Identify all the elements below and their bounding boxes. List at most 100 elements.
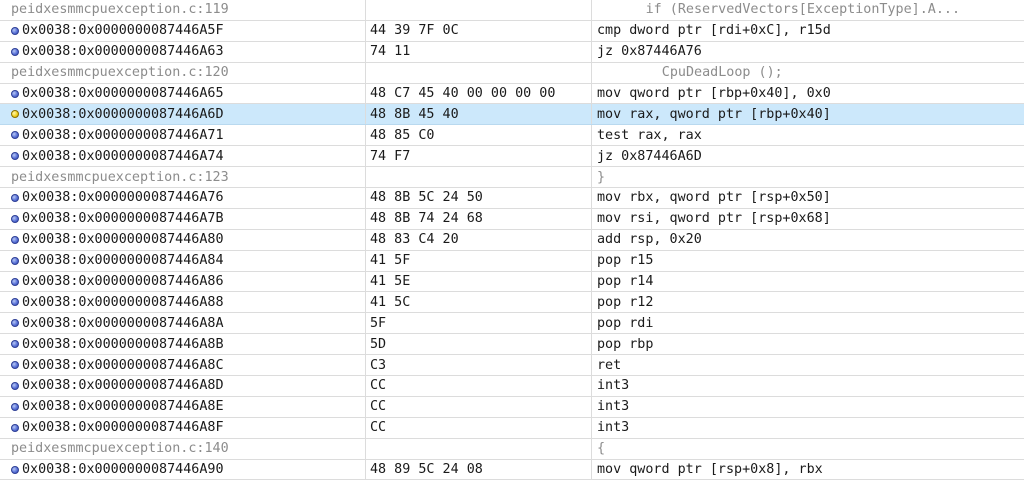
address-label: 0x0038:0x0000000087446A8D xyxy=(22,378,224,394)
disassembly-row[interactable]: 0x0038:0x0000000087446A71 48 85 C0 test ra… xyxy=(0,125,1024,147)
address-cell: 0x0038:0x0000000087446A76 xyxy=(0,188,366,208)
disassembly-row[interactable]: 0x0038:0x0000000087446A86 41 5E pop r14 xyxy=(0,271,1024,293)
source-line-row[interactable]: peidxesmmcpuexception.c:120 CpuDeadLoop (… xyxy=(0,62,1024,84)
bytes-label: 48 8B 5C 24 50 xyxy=(370,190,483,206)
bytes-cell: 48 C7 45 40 00 00 00 00 xyxy=(366,83,592,104)
instruction-label: pop rdi xyxy=(597,315,654,331)
breakpoint-marker-icon[interactable] xyxy=(11,423,19,432)
disassembly-row[interactable]: 0x0038:0x0000000087446A5F 44 39 7F 0C cmp … xyxy=(0,20,1024,42)
address-cell: 0x0038:0x0000000087446A65 xyxy=(0,83,366,104)
source-line-row[interactable]: peidxesmmcpuexception.c:140 { xyxy=(0,438,1024,460)
address-label: 0x0038:0x0000000087446A88 xyxy=(22,294,224,310)
address-cell: 0x0038:0x0000000087446A6D xyxy=(0,104,366,125)
instruction-label: jz 0x87446A6D xyxy=(597,148,702,164)
bytes-cell: CC xyxy=(366,376,592,396)
instruction-label: mov rax, qword ptr [rbp+0x40] xyxy=(597,106,831,122)
bytes-label: CC xyxy=(370,420,387,436)
instruction-cell: int3 xyxy=(592,418,1024,438)
instruction-label: jz 0x87446A76 xyxy=(597,44,702,60)
address-label: 0x0038:0x0000000087446A6D xyxy=(22,106,224,122)
breakpoint-marker-icon[interactable] xyxy=(11,465,19,474)
bytes-cell: 44 39 7F 0C xyxy=(366,20,592,41)
breakpoint-marker-icon[interactable] xyxy=(11,214,19,223)
bytes-label: 5F xyxy=(370,315,387,331)
bytes-cell: C3 xyxy=(366,355,592,376)
source-file-cell: peidxesmmcpuexception.c:120 xyxy=(0,62,366,83)
breakpoint-marker-icon[interactable] xyxy=(11,235,19,244)
source-line-row[interactable]: peidxesmmcpuexception.c:119 if (ReservedV… xyxy=(0,0,1024,21)
disassembly-row[interactable]: 0x0038:0x0000000087446A76 48 8B 5C 24 50 m… xyxy=(0,188,1024,209)
disassembly-row[interactable]: 0x0038:0x0000000087446A6D 48 8B 45 40 mov … xyxy=(0,104,1024,126)
source-code-label: CpuDeadLoop (); xyxy=(661,65,783,81)
disassembly-row[interactable]: 0x0038:0x0000000087446A8E CC int3 xyxy=(0,396,1024,418)
breakpoint-marker-icon[interactable] xyxy=(11,319,19,328)
instruction-cell: int3 xyxy=(592,376,1024,396)
breakpoint-marker-icon[interactable] xyxy=(11,402,19,411)
breakpoint-marker-icon[interactable] xyxy=(11,47,19,56)
disassembly-row[interactable]: 0x0038:0x0000000087446A8F CC int3 xyxy=(0,417,1024,439)
breakpoint-marker-icon[interactable] xyxy=(11,193,19,202)
bytes-label: C3 xyxy=(370,357,387,373)
disassembly-row[interactable]: 0x0038:0x0000000087446A7B 48 8B 74 24 68 m… xyxy=(0,208,1024,230)
bytes-label: 5D xyxy=(370,336,387,352)
address-label: 0x0038:0x0000000087446A76 xyxy=(22,190,224,206)
address-cell: 0x0038:0x0000000087446A8B xyxy=(0,334,366,355)
address-label: 0x0038:0x0000000087446A63 xyxy=(22,44,224,60)
breakpoint-marker-icon[interactable] xyxy=(11,131,19,140)
breakpoint-marker-icon[interactable] xyxy=(11,152,19,161)
instruction-cell: jz 0x87446A6D xyxy=(592,146,1024,166)
disassembly-row[interactable]: 0x0038:0x0000000087446A84 41 5F pop r15 xyxy=(0,250,1024,272)
current-instruction-icon[interactable] xyxy=(11,110,19,119)
instruction-label: mov rsi, qword ptr [rsp+0x68] xyxy=(597,211,831,227)
disassembly-row[interactable]: 0x0038:0x0000000087446A63 74 11 jz 0x87446… xyxy=(0,41,1024,63)
bytes-label: 48 8B 45 40 xyxy=(370,106,459,122)
bytes-cell: CC xyxy=(366,396,592,417)
instruction-cell: test rax, rax xyxy=(592,125,1024,145)
address-label: 0x0038:0x0000000087446A65 xyxy=(22,86,224,101)
bytes-label: 48 C7 45 40 00 00 00 00 xyxy=(370,86,556,101)
bytes-cell xyxy=(366,0,592,20)
disassembly-row[interactable]: 0x0038:0x0000000087446A80 48 83 C4 20 add … xyxy=(0,229,1024,251)
instruction-label: mov qword ptr [rsp+0x8], rbx xyxy=(597,462,823,478)
bytes-label: 48 8B 74 24 68 xyxy=(370,211,483,227)
instruction-cell: pop rdi xyxy=(592,313,1024,333)
bytes-cell: 48 8B 5C 24 50 xyxy=(366,188,592,208)
disassembly-row[interactable]: 0x0038:0x0000000087446A8C C3 ret xyxy=(0,355,1024,377)
address-label: 0x0038:0x0000000087446A86 xyxy=(22,274,224,290)
bytes-label: 41 5F xyxy=(370,253,411,269)
breakpoint-marker-icon[interactable] xyxy=(11,256,19,265)
disassembly-row[interactable]: 0x0038:0x0000000087446A65 48 C7 45 40 00 … xyxy=(0,83,1024,105)
instruction-cell: pop r12 xyxy=(592,292,1024,312)
source-file-label: peidxesmmcpuexception.c:120 xyxy=(11,65,229,81)
disassembly-row[interactable]: 0x0038:0x0000000087446A88 41 5C pop r12 xyxy=(0,292,1024,314)
address-label: 0x0038:0x0000000087446A8E xyxy=(22,399,224,415)
bytes-label: 48 89 5C 24 08 xyxy=(370,462,483,478)
breakpoint-marker-icon[interactable] xyxy=(11,26,19,35)
disassembly-grid: peidxesmmcpuexception.c:119 if (ReservedV… xyxy=(0,0,1024,480)
disassembly-row[interactable]: 0x0038:0x0000000087446A8D CC int3 xyxy=(0,376,1024,397)
disassembly-row[interactable]: 0x0038:0x0000000087446A90 48 89 5C 24 08 m… xyxy=(0,459,1024,480)
breakpoint-marker-icon[interactable] xyxy=(11,381,19,390)
source-line-row[interactable]: peidxesmmcpuexception.c:123} xyxy=(0,167,1024,189)
instruction-label: int3 xyxy=(597,399,630,415)
instruction-label: pop r15 xyxy=(597,253,654,269)
bytes-cell: CC xyxy=(366,417,592,438)
disassembly-row[interactable]: 0x0038:0x0000000087446A74 74 F7 jz 0x87446… xyxy=(0,146,1024,168)
bytes-label: 74 F7 xyxy=(370,148,411,164)
disassembly-row[interactable]: 0x0038:0x0000000087446A8B 5D pop rbp xyxy=(0,334,1024,356)
address-cell: 0x0038:0x0000000087446A74 xyxy=(0,146,366,167)
address-cell: 0x0038:0x0000000087446A8E xyxy=(0,396,366,417)
disassembly-row[interactable]: 0x0038:0x0000000087446A8A 5F pop rdi xyxy=(0,313,1024,335)
bytes-cell: 48 8B 74 24 68 xyxy=(366,208,592,229)
bytes-label: 41 5E xyxy=(370,274,411,290)
bytes-cell: 5D xyxy=(366,334,592,355)
breakpoint-marker-icon[interactable] xyxy=(11,340,19,349)
bytes-cell: 5F xyxy=(366,313,592,334)
breakpoint-marker-icon[interactable] xyxy=(11,361,19,370)
address-cell: 0x0038:0x0000000087446A71 xyxy=(0,125,366,146)
breakpoint-marker-icon[interactable] xyxy=(11,89,19,98)
breakpoint-marker-icon[interactable] xyxy=(11,277,19,286)
address-label: 0x0038:0x0000000087446A71 xyxy=(22,127,224,143)
instruction-cell: add rsp, 0x20 xyxy=(592,230,1024,250)
breakpoint-marker-icon[interactable] xyxy=(11,298,19,307)
